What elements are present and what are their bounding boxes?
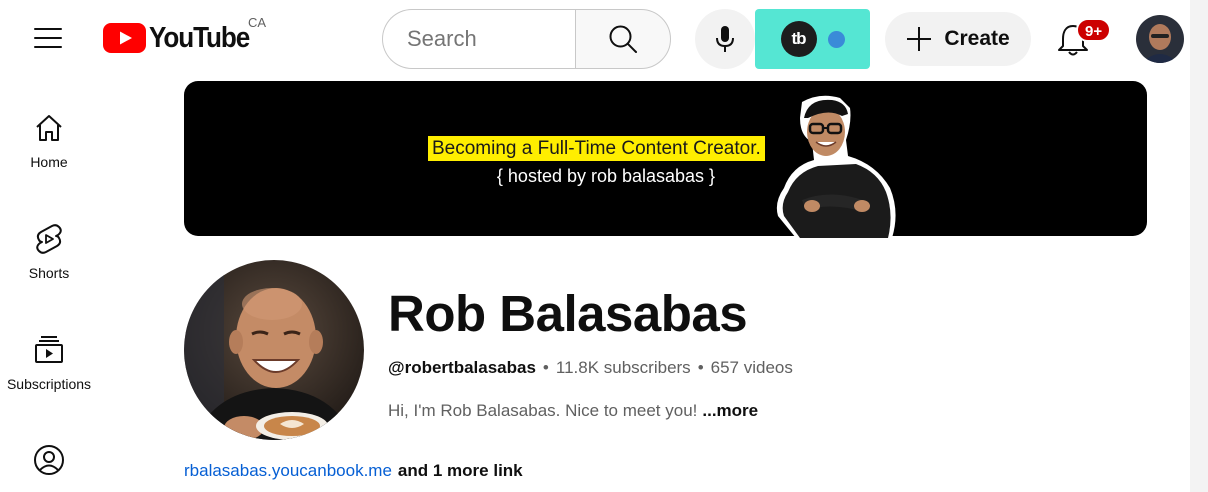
description-text: Hi, I'm Rob Balasabas. Nice to meet you! xyxy=(388,401,698,420)
banner-subtitle: { hosted by rob balasabas } xyxy=(496,166,716,186)
separator-dot: • xyxy=(697,358,704,377)
channel-metadata: @robertbalasabas • 11.8K subscribers • 6… xyxy=(388,358,793,378)
microphone-icon xyxy=(716,26,734,52)
tubebuddy-label: tb xyxy=(791,29,806,48)
avatar-photo xyxy=(1136,15,1184,63)
masthead: YouTube CA tb Create 9+ xyxy=(0,0,1208,78)
sidebar-item-label: Home xyxy=(30,154,68,170)
menu-bar xyxy=(34,37,62,39)
channel-name: Rob Balasabas xyxy=(388,285,748,342)
sidebar-item-you[interactable] xyxy=(0,444,98,476)
banner-person-image xyxy=(776,95,896,238)
channel-links: rbalasabas.youcanbook.me and 1 more link xyxy=(184,461,523,481)
channel-handle: @robertbalasabas xyxy=(388,358,536,377)
search-input[interactable] xyxy=(407,26,576,52)
sidebar-item-label: Shorts xyxy=(28,265,70,281)
video-count: 657 videos xyxy=(710,358,793,377)
channel-description[interactable]: Hi, I'm Rob Balasabas. Nice to meet you!… xyxy=(388,401,758,421)
search-button[interactable] xyxy=(575,9,671,69)
country-code: CA xyxy=(248,15,267,30)
create-label: Create xyxy=(944,27,1010,50)
tubebuddy-icon: tb xyxy=(780,21,817,57)
subscriber-count: 11.8K subscribers xyxy=(555,358,691,377)
banner-title: Becoming a Full-Time Content Creator. xyxy=(428,136,765,161)
more-links-button[interactable]: and 1 more link xyxy=(398,461,523,480)
menu-bar xyxy=(34,46,62,48)
sidebar-item-label: Subscriptions xyxy=(6,376,92,392)
search-icon xyxy=(609,25,637,53)
logo-wordmark: YouTube xyxy=(149,21,250,54)
account-avatar[interactable] xyxy=(1136,15,1184,63)
search-box[interactable] xyxy=(382,9,576,69)
tubebuddy-extension-button[interactable]: tb xyxy=(755,9,870,69)
separator-dot: • xyxy=(542,358,549,377)
channel-external-link[interactable]: rbalasabas.youcanbook.me xyxy=(184,461,392,480)
notification-badge: 9+ xyxy=(1076,18,1112,42)
description-more-button[interactable]: ...more xyxy=(702,401,758,420)
guide-menu-button[interactable] xyxy=(26,18,70,58)
sidebar-item-shorts[interactable]: Shorts xyxy=(0,223,98,281)
status-dot-icon xyxy=(827,30,845,48)
home-icon xyxy=(36,115,62,141)
shorts-icon xyxy=(36,224,62,254)
you-icon xyxy=(34,445,64,475)
youtube-logo[interactable]: YouTube xyxy=(103,20,260,56)
channel-avatar-photo xyxy=(184,260,364,440)
youtube-play-icon xyxy=(103,23,146,53)
sidebar-item-home[interactable]: Home xyxy=(0,112,98,170)
plus-icon xyxy=(907,27,932,51)
create-button[interactable]: Create xyxy=(885,12,1031,66)
sidebar-item-subscriptions[interactable]: Subscriptions xyxy=(0,334,98,392)
voice-search-button[interactable] xyxy=(695,9,755,69)
subscriptions-icon xyxy=(35,336,63,363)
menu-bar xyxy=(34,28,62,30)
channel-avatar[interactable] xyxy=(184,260,364,440)
page-edge-scrollbar xyxy=(1190,0,1208,492)
